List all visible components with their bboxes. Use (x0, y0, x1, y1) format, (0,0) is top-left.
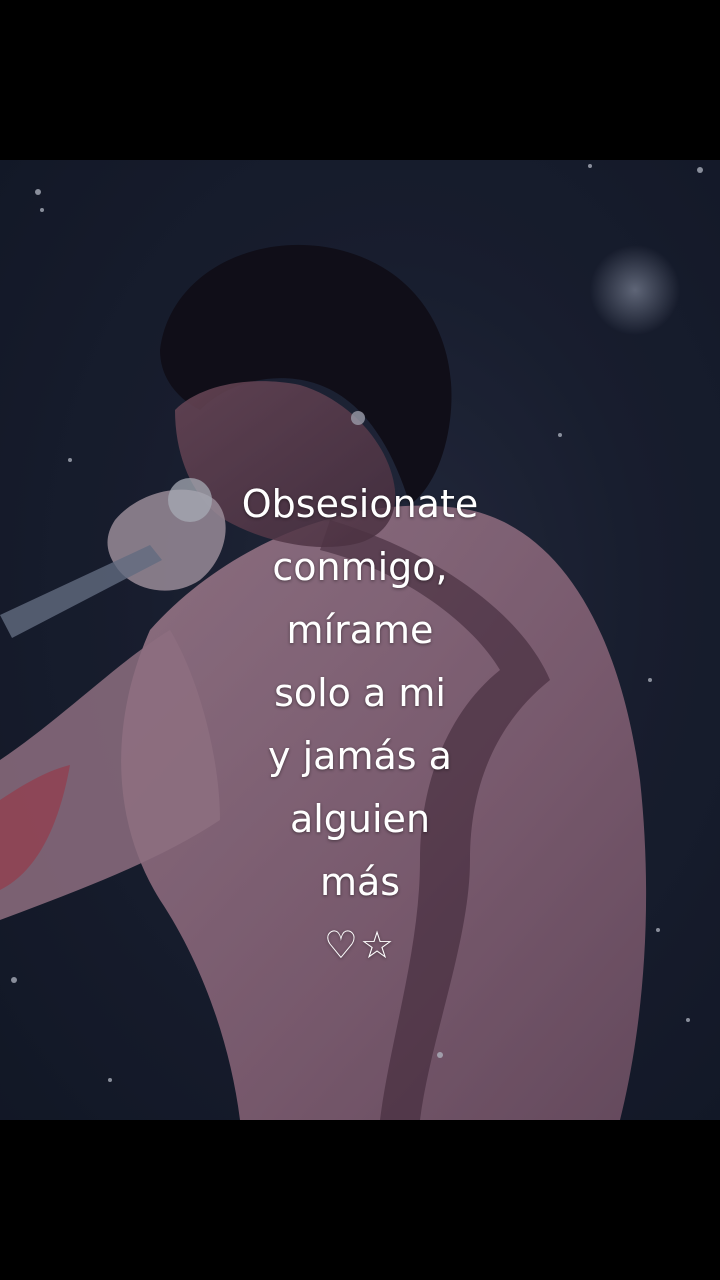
lyric-line-7: más (319, 860, 401, 904)
lyric-line-1: Obsesionate (241, 482, 479, 526)
lyric-line-3: mírame (286, 608, 434, 652)
video-frame: Obsesionate conmigo, mírame solo a mi y … (0, 160, 720, 1120)
lyric-line-6: alguien (289, 797, 431, 841)
lyric-line-4: solo a mi (274, 671, 446, 715)
lyrics-overlay: Obsesionate conmigo, mírame solo a mi y … (160, 473, 560, 977)
lyric-line-5: y jamás a (268, 734, 452, 778)
letterbox-bottom (0, 1120, 720, 1280)
heart-star-symbols: ♡☆ (323, 923, 397, 967)
lyric-line-2: conmigo, (272, 545, 448, 589)
letterbox-top (0, 0, 720, 160)
